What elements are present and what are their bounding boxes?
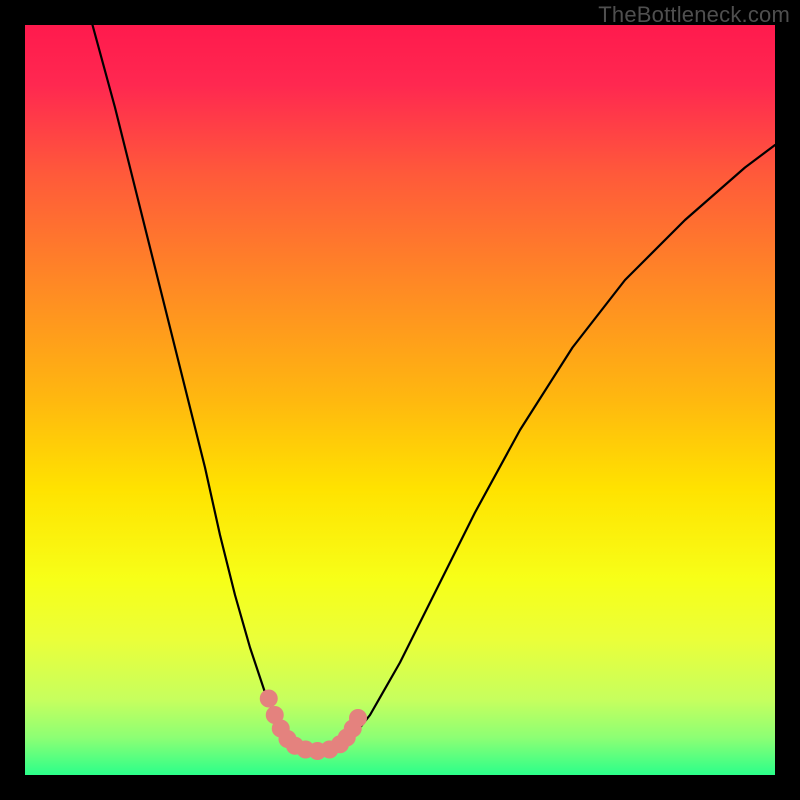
outer-frame: TheBottleneck.com <box>0 0 800 800</box>
plot-area <box>25 25 775 775</box>
chart-svg <box>25 25 775 775</box>
marker-dot <box>260 690 278 708</box>
marker-dot <box>349 709 367 727</box>
watermark-text: TheBottleneck.com <box>598 2 790 28</box>
